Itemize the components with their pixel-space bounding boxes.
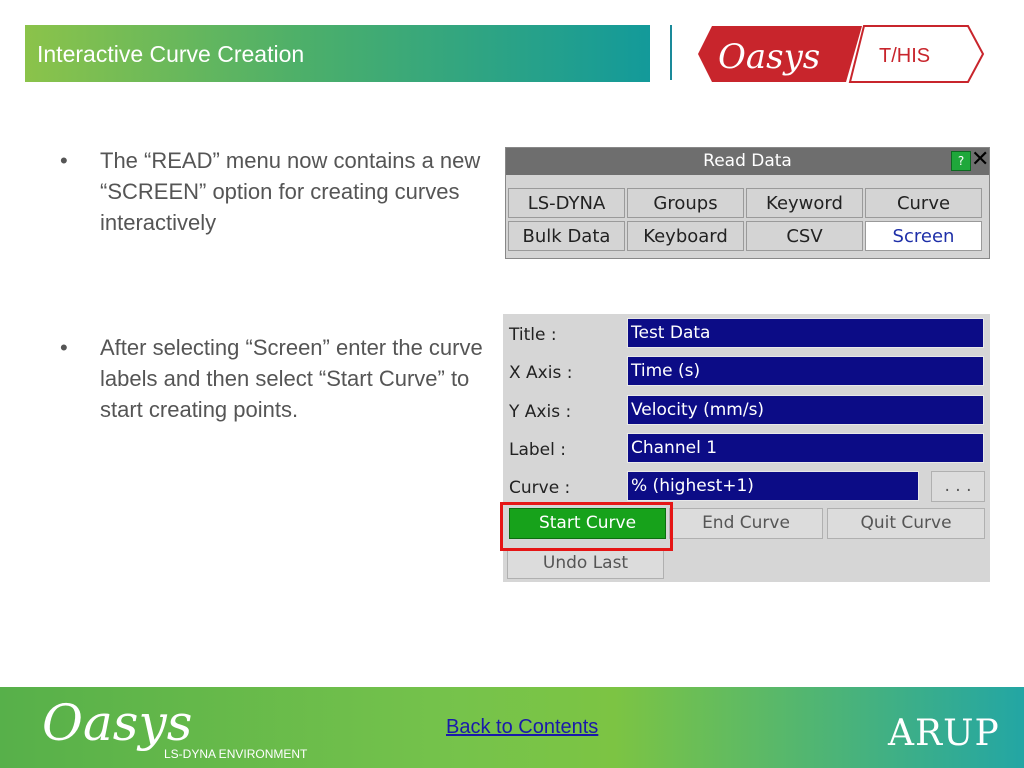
bullet-1-text: The “READ” menu now contains a new “SCRE…	[100, 148, 481, 235]
header-divider	[670, 25, 672, 80]
logo-brand: Oasys	[718, 37, 820, 77]
curve-label-field[interactable]: Channel 1	[627, 433, 984, 463]
read-data-panel: Read Data ? ✕ LS-DYNA Groups Keyword Cur…	[505, 147, 990, 259]
lsdyna-button[interactable]: LS-DYNA	[508, 188, 625, 218]
curve-button[interactable]: Curve	[865, 188, 982, 218]
footer-banner: Oasys LS-DYNA ENVIRONMENT Back to Conten…	[0, 687, 1024, 768]
title-label: Title :	[509, 325, 557, 345]
x-axis-field[interactable]: Time (s)	[627, 356, 984, 386]
bullet-dot: •	[60, 148, 68, 173]
y-axis-field[interactable]: Velocity (mm/s)	[627, 395, 984, 425]
keyword-button[interactable]: Keyword	[746, 188, 863, 218]
logo-graphic: Oasys T/HIS	[698, 25, 985, 83]
x-axis-label: X Axis :	[509, 363, 573, 383]
curve-label-label: Label :	[509, 440, 566, 460]
arup-logo: ARUP	[888, 713, 1000, 754]
bulk-data-button[interactable]: Bulk Data	[508, 221, 625, 251]
close-icon[interactable]: ✕	[971, 149, 989, 171]
title-bar: Interactive Curve Creation	[25, 25, 650, 82]
undo-last-button[interactable]: Undo Last	[507, 548, 664, 579]
y-axis-label: Y Axis :	[509, 402, 572, 422]
bullet-2-text: After selecting “Screen” enter the curve…	[100, 335, 483, 422]
oasys-this-logo: Oasys T/HIS	[698, 25, 988, 83]
logo-product: T/HIS	[879, 45, 930, 67]
read-data-title: Read Data ? ✕	[506, 148, 989, 175]
curve-number-label: Curve :	[509, 478, 571, 498]
help-icon[interactable]: ?	[951, 151, 971, 171]
back-to-contents-link[interactable]: Back to Contents	[446, 716, 598, 739]
read-data-title-label: Read Data	[703, 151, 792, 171]
browse-button[interactable]: . . .	[931, 471, 985, 502]
title-field[interactable]: Test Data	[627, 318, 984, 348]
page-title: Interactive Curve Creation	[37, 41, 305, 67]
curve-number-field[interactable]: % (highest+1)	[627, 471, 919, 501]
start-curve-highlight	[500, 502, 673, 551]
keyboard-button[interactable]: Keyboard	[627, 221, 744, 251]
quit-curve-button[interactable]: Quit Curve	[827, 508, 985, 539]
bullet-dot: •	[60, 335, 68, 360]
csv-button[interactable]: CSV	[746, 221, 863, 251]
groups-button[interactable]: Groups	[627, 188, 744, 218]
screen-button[interactable]: Screen	[865, 221, 982, 251]
end-curve-button[interactable]: End Curve	[669, 508, 823, 539]
footer-subtitle: LS-DYNA ENVIRONMENT	[164, 747, 308, 761]
footer-oasys-logo: Oasys	[42, 694, 193, 752]
